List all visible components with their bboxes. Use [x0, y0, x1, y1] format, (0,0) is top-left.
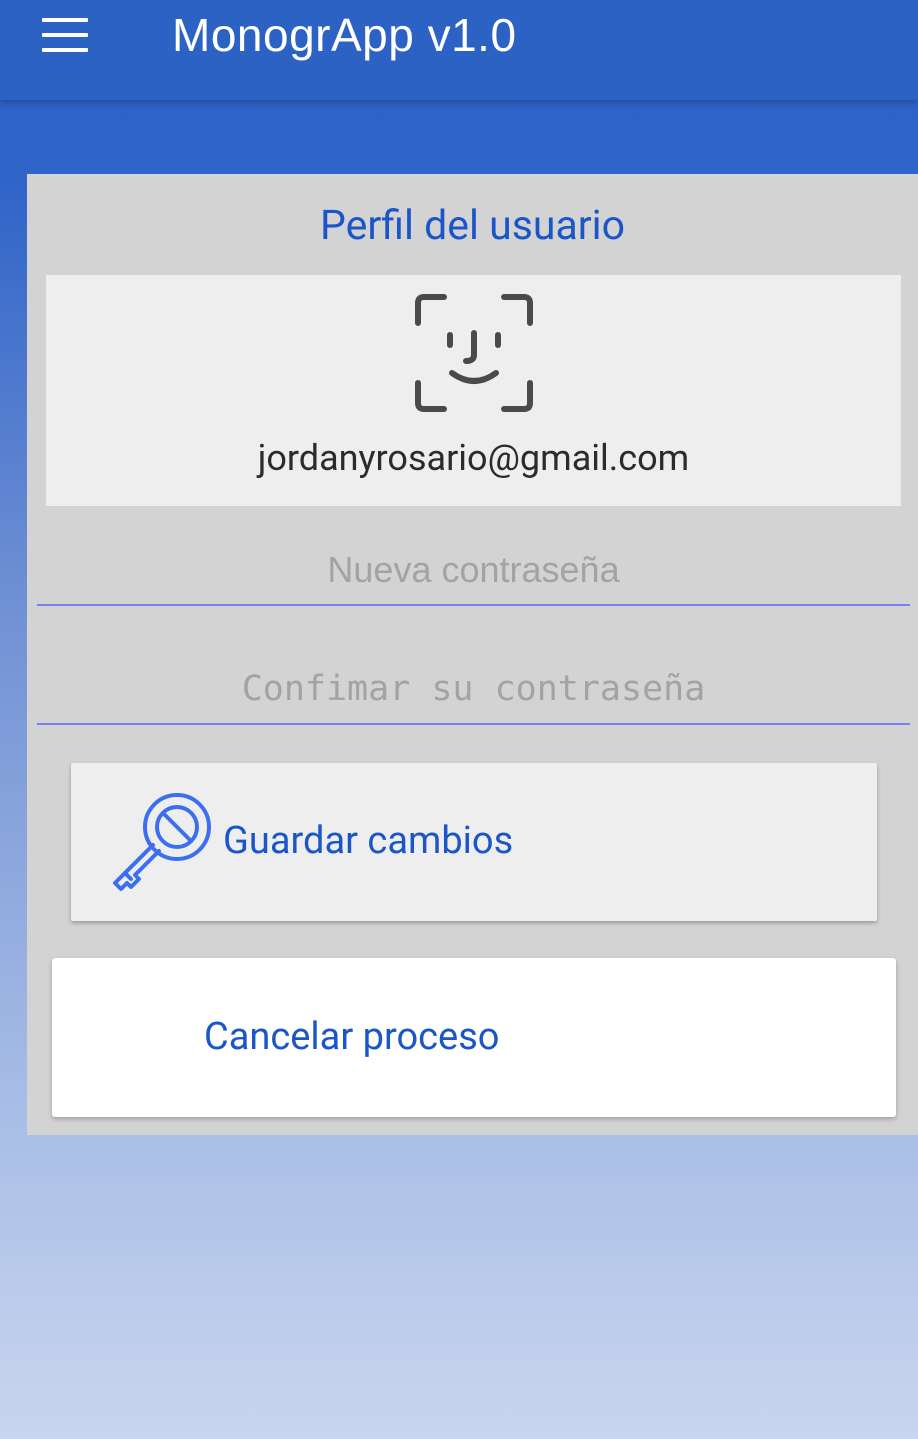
save-changes-label: Guardar cambios: [223, 819, 514, 863]
new-password-field: [37, 536, 910, 606]
profile-card: jordanyrosario@gmail.com: [46, 275, 901, 506]
cancel-process-label: Cancelar proceso: [204, 1015, 500, 1059]
section-title: Perfil del usuario: [319, 202, 626, 250]
app-title: MonogrApp v1.0: [172, 9, 517, 61]
face-id-icon: [415, 294, 533, 412]
save-changes-button[interactable]: Guardar cambios: [71, 763, 877, 921]
cancel-process-button[interactable]: Cancelar proceso: [52, 958, 896, 1117]
confirm-password-field: [37, 655, 910, 725]
profile-panel: Perfil del usuario jordanyrosario@gmail.…: [27, 174, 918, 1135]
user-email: jordanyrosario@gmail.com: [257, 437, 690, 479]
confirm-password-input[interactable]: [37, 655, 910, 723]
app-bar: MonogrApp v1.0: [0, 0, 918, 100]
key-icon: [113, 793, 211, 891]
hamburger-menu-icon[interactable]: [30, 8, 100, 64]
new-password-input[interactable]: [37, 536, 910, 604]
